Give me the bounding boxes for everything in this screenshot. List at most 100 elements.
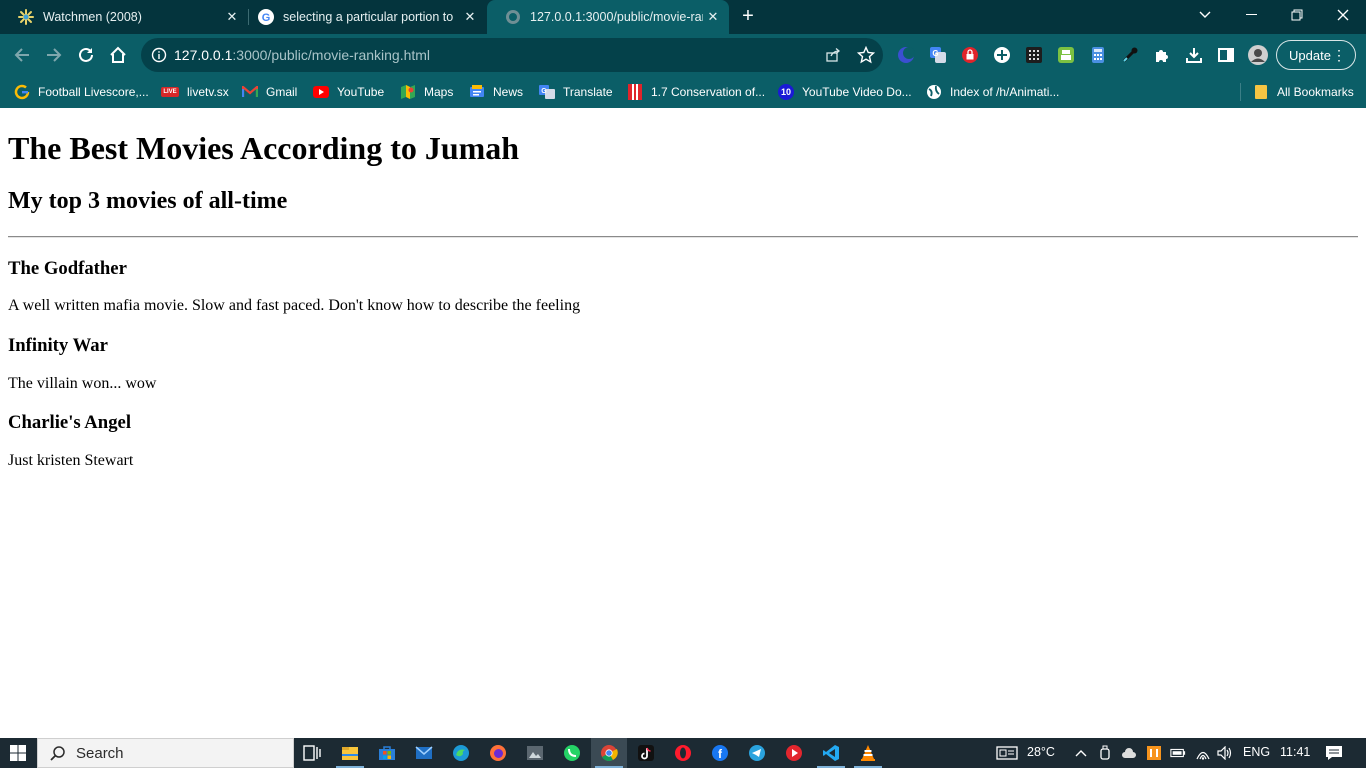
minimize-button[interactable] (1228, 0, 1274, 30)
bookmark-youtube-video-downloader[interactable]: 10 YouTube Video Do... (778, 82, 912, 102)
grid-extension-icon[interactable] (1025, 46, 1043, 64)
bookmark-star-icon[interactable] (857, 46, 875, 64)
whatsapp-icon[interactable] (554, 738, 590, 768)
task-view-icon[interactable] (294, 738, 330, 768)
forward-button[interactable] (41, 42, 67, 68)
share-icon[interactable] (824, 46, 842, 64)
globe-favicon (505, 9, 521, 25)
facebook-icon[interactable]: f (702, 738, 738, 768)
bookmark-news[interactable]: News (469, 82, 523, 102)
news-widget-icon[interactable] (995, 745, 1019, 761)
bookmarks-bar: Football Livescore,... LIVE livetv.sx Gm… (0, 76, 1366, 108)
edge-browser-icon[interactable] (443, 738, 479, 768)
google-favicon: G (258, 9, 274, 25)
site-info-icon[interactable] (151, 47, 167, 63)
url-path: :3000/public/movie-ranking.html (232, 47, 431, 63)
side-panel-icon[interactable] (1217, 46, 1235, 64)
vlc-icon[interactable] (850, 738, 886, 768)
wifi-icon[interactable] (1195, 745, 1211, 761)
tab-search-icon[interactable] (1182, 0, 1228, 30)
taskbar-search[interactable]: Search (37, 738, 294, 768)
media-player-icon[interactable] (776, 738, 812, 768)
download-icon[interactable] (1185, 46, 1203, 64)
all-bookmarks-button[interactable]: All Bookmarks (1240, 82, 1354, 102)
tab-watchmen[interactable]: Watchmen (2008) ✕ (0, 0, 248, 34)
chrome-icon[interactable] (591, 738, 627, 768)
tab-movie-ranking[interactable]: 127.0.0.1:3000/public/movie-ran ✕ (487, 0, 729, 34)
search-icon (49, 745, 67, 763)
file-explorer-icon[interactable] (332, 738, 368, 768)
update-button[interactable]: Update ⋮ (1276, 40, 1356, 70)
bookmark-football-livescore[interactable]: Football Livescore,... (14, 82, 149, 102)
close-icon[interactable]: ✕ (460, 7, 480, 27)
telegram-icon[interactable] (739, 738, 775, 768)
menu-kebab-icon: ⋮ (1332, 47, 1346, 63)
usb-device-icon[interactable] (1097, 745, 1113, 761)
extensions-puzzle-icon[interactable] (1153, 46, 1171, 64)
address-bar[interactable]: 127.0.0.1:3000/public/movie-ranking.html (141, 38, 883, 72)
opera-icon[interactable] (665, 738, 701, 768)
eyedropper-extension-icon[interactable] (1121, 46, 1139, 64)
reload-button[interactable] (73, 42, 99, 68)
folder-icon (1253, 84, 1269, 100)
notifications-icon[interactable] (1325, 745, 1343, 761)
add-circle-extension-icon[interactable] (993, 46, 1011, 64)
start-button[interactable] (0, 738, 36, 768)
movie-title: Charlie's Angel (8, 412, 132, 433)
close-icon[interactable]: ✕ (222, 7, 242, 27)
bookmark-maps[interactable]: Maps (400, 82, 453, 102)
tab-title: Watchmen (2008) (43, 10, 142, 24)
battery-icon[interactable] (1170, 745, 1186, 761)
app-tray-orange-icon[interactable] (1146, 745, 1162, 761)
cloud-icon[interactable] (1121, 745, 1137, 761)
clock-time[interactable]: 11:41 (1280, 745, 1310, 759)
movie-description: The villain won... wow (8, 375, 157, 392)
movie-description: A well written mafia movie. Slow and fas… (8, 297, 581, 314)
bookmark-label: Maps (424, 85, 454, 99)
input-language[interactable]: ENG (1243, 745, 1270, 759)
bookmark-label: YouTube Video Do... (802, 85, 912, 99)
google-translate-extension-icon[interactable]: G (929, 46, 947, 64)
extension-moon-icon[interactable] (897, 46, 915, 64)
search-placeholder: Search (76, 745, 124, 762)
back-button[interactable] (9, 42, 35, 68)
profile-avatar[interactable] (1248, 45, 1268, 65)
bookmark-youtube[interactable]: YouTube (313, 82, 384, 102)
image-viewer-icon[interactable] (517, 738, 553, 768)
bookmark-translate[interactable]: G Translate (539, 82, 613, 102)
chevron-up-icon[interactable] (1073, 745, 1089, 761)
close-window-button[interactable] (1320, 0, 1366, 30)
news-icon (469, 84, 485, 100)
update-label: Update (1289, 47, 1331, 63)
divider (8, 236, 1358, 238)
tab-title: 127.0.0.1:3000/public/movie-ran (530, 10, 703, 24)
bookmark-conservation[interactable]: 1.7 Conservation of... (627, 82, 765, 102)
microsoft-store-icon[interactable] (369, 738, 405, 768)
print-extension-icon[interactable] (1057, 46, 1075, 64)
youtube-icon (313, 84, 329, 100)
bookmarks-divider (1240, 83, 1241, 101)
page-title: The Best Movies According to Jumah (8, 130, 520, 166)
close-icon[interactable]: ✕ (703, 7, 723, 27)
home-button[interactable] (105, 42, 131, 68)
weather-temperature[interactable]: 28°C (1027, 745, 1055, 759)
url-text[interactable]: 127.0.0.1:3000/public/movie-ranking.html (174, 47, 430, 63)
url-host: 127.0.0.1 (174, 47, 233, 63)
bookmark-gmail[interactable]: Gmail (242, 82, 297, 102)
google-g-icon (14, 84, 30, 100)
calculator-extension-icon[interactable] (1089, 46, 1107, 64)
bookmark-label: Gmail (266, 85, 298, 99)
volume-icon[interactable] (1217, 745, 1233, 761)
firefox-icon[interactable] (480, 738, 516, 768)
movie-description: Just kristen Stewart (8, 452, 134, 469)
bookmark-livetv[interactable]: LIVE livetv.sx (161, 82, 229, 102)
live-icon: LIVE (161, 87, 179, 97)
tiktok-icon[interactable] (628, 738, 664, 768)
restore-button[interactable] (1274, 0, 1320, 30)
new-tab-button[interactable]: + (737, 5, 759, 27)
mail-icon[interactable] (406, 738, 442, 768)
bookmark-index-animation[interactable]: Index of /h/Animati... (926, 82, 1059, 102)
vscode-icon[interactable] (813, 738, 849, 768)
lock-extension-icon[interactable] (961, 46, 979, 64)
tab-google-search[interactable]: G selecting a particular portion to ✕ (240, 0, 486, 34)
